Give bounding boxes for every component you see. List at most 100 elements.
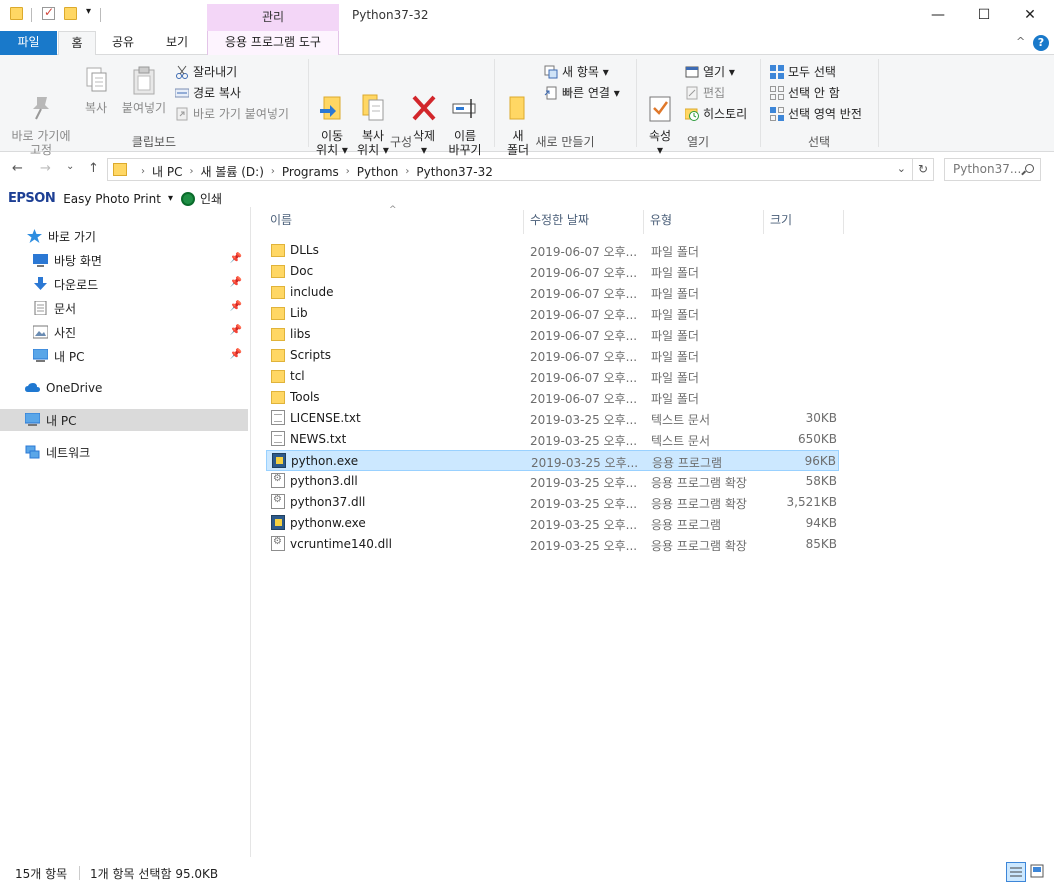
nav-pictures[interactable]: 사진 📌 xyxy=(0,321,248,343)
folder-icon xyxy=(271,370,285,383)
refresh-button[interactable]: ↻ xyxy=(912,158,934,181)
window-title: Python37-32 xyxy=(352,8,429,22)
file-name: python37.dll xyxy=(290,495,366,509)
pin-icon[interactable]: 📌 xyxy=(230,253,242,264)
copy-path-button[interactable]: 경로 복사 xyxy=(174,84,241,101)
file-name: libs xyxy=(290,327,311,341)
up-button[interactable]: ↑ xyxy=(88,161,99,176)
maximize-button[interactable]: ☐ xyxy=(961,0,1007,31)
new-folder-quick-icon[interactable] xyxy=(64,7,77,20)
customize-quick-access-icon[interactable]: ▾ xyxy=(86,6,91,17)
help-icon[interactable]: ? xyxy=(1033,35,1049,51)
select-all-button[interactable]: 모두 선택 xyxy=(770,63,836,80)
breadcrumb-programs[interactable]: Programs xyxy=(282,165,339,179)
folder-icon xyxy=(271,349,285,362)
details-view-icon xyxy=(1010,867,1022,877)
pin-icon[interactable]: 📌 xyxy=(230,301,242,312)
new-folder-icon xyxy=(504,79,532,120)
file-row[interactable]: Tools 2019-06-07 오후... 파일 폴더 xyxy=(266,387,839,408)
pin-icon[interactable]: 📌 xyxy=(230,325,242,336)
close-button[interactable]: ✕ xyxy=(1007,0,1053,31)
column-header-size[interactable]: 크기 xyxy=(764,210,844,234)
nav-this-pc[interactable]: 내 PC xyxy=(0,409,248,431)
forward-button[interactable]: → xyxy=(40,161,51,176)
file-row[interactable]: python37.dll 2019-03-25 오후... 응용 프로그램 확장 3,… xyxy=(266,492,839,513)
copy-button[interactable]: 복사 xyxy=(78,65,114,115)
file-row[interactable]: Doc 2019-06-07 오후... 파일 폴더 xyxy=(266,261,839,282)
file-row[interactable]: NEWS.txt 2019-03-25 오후... 텍스트 문서 650KB xyxy=(266,429,839,450)
paste-shortcut-button[interactable]: 바로 가기 붙여넣기 xyxy=(175,105,289,122)
nav-downloads[interactable]: 다운로드 📌 xyxy=(0,273,248,295)
breadcrumb-this-pc[interactable]: 내 PC xyxy=(152,163,182,180)
pin-icon[interactable]: 📌 xyxy=(230,277,242,288)
dll-gear-icon xyxy=(271,473,285,488)
tab-app-tools[interactable]: 응용 프로그램 도구 xyxy=(207,31,339,55)
copy-path-icon xyxy=(174,86,190,100)
tab-file[interactable]: 파일 xyxy=(0,31,57,55)
file-row[interactable]: pythonw.exe 2019-03-25 오후... 응용 프로그램 94KB xyxy=(266,513,839,534)
tab-home[interactable]: 홈 xyxy=(58,31,96,56)
large-icons-view-button[interactable] xyxy=(1028,862,1048,882)
file-row[interactable]: vcruntime140.dll 2019-03-25 오후... 응용 프로그램 … xyxy=(266,534,839,555)
epson-dropdown-icon[interactable]: ▾ xyxy=(168,193,173,204)
select-none-button[interactable]: 선택 안 함 xyxy=(770,84,840,101)
search-input[interactable]: Python37... xyxy=(944,158,1041,181)
column-header-name[interactable]: 이름 xyxy=(264,210,524,234)
file-row[interactable]: DLLs 2019-06-07 오후... 파일 폴더 xyxy=(266,240,839,261)
file-row[interactable]: python.exe 2019-03-25 오후... 응용 프로그램 96KB xyxy=(266,450,839,471)
history-button[interactable]: 히스토리 xyxy=(684,105,747,122)
recent-locations-button[interactable]: ⌄ xyxy=(66,161,74,172)
nav-desktop[interactable]: 바탕 화면 📌 xyxy=(0,249,248,271)
history-icon xyxy=(684,107,699,121)
file-row[interactable]: tcl 2019-06-07 오후... 파일 폴더 xyxy=(266,366,839,387)
breadcrumb-volume-d[interactable]: 새 볼륨 (D:) xyxy=(200,163,263,180)
breadcrumb-python[interactable]: Python xyxy=(357,165,399,179)
back-button[interactable]: ← xyxy=(12,161,23,176)
pin-icon[interactable]: 📌 xyxy=(230,349,242,360)
nav-onedrive[interactable]: OneDrive xyxy=(0,377,248,399)
file-type: 응용 프로그램 확장 xyxy=(651,497,747,511)
address-bar[interactable]: › 내 PC › 새 볼륨 (D:) › Programs › Python ›… xyxy=(107,158,913,181)
star-icon xyxy=(27,229,42,243)
file-row[interactable]: include 2019-06-07 오후... 파일 폴더 xyxy=(266,282,839,303)
nav-documents[interactable]: 문서 📌 xyxy=(0,297,248,319)
edit-button[interactable]: 편집 xyxy=(685,84,725,101)
file-explorer-window: ▾ 관리 Python37-32 — ☐ ✕ 파일 홈 공유 보기 응용 프로그… xyxy=(0,0,1054,885)
easy-access-button[interactable]: 빠른 연결 ▾ xyxy=(544,84,620,101)
paste-button[interactable]: 붙여넣기 xyxy=(118,65,170,115)
new-item-button[interactable]: 새 항목 ▾ xyxy=(544,63,609,80)
file-date: 2019-03-25 오후... xyxy=(530,476,638,490)
print-button[interactable]: 인쇄 xyxy=(200,190,222,207)
tab-view[interactable]: 보기 xyxy=(153,31,201,55)
file-date: 2019-06-07 오후... xyxy=(530,245,638,259)
collapse-ribbon-icon[interactable]: ^ xyxy=(1016,35,1025,48)
tab-share[interactable]: 공유 xyxy=(101,31,145,55)
file-row[interactable]: Scripts 2019-06-07 오후... 파일 폴더 xyxy=(266,345,839,366)
breadcrumb-python37-32[interactable]: Python37-32 xyxy=(416,165,492,179)
tab-manage[interactable]: 관리 xyxy=(207,4,339,31)
column-header-date[interactable]: 수정한 날짜 xyxy=(524,210,644,234)
details-view-button[interactable] xyxy=(1006,862,1026,882)
open-button[interactable]: 열기 ▾ xyxy=(685,63,735,80)
computer-icon xyxy=(32,348,49,363)
file-date: 2019-06-07 오후... xyxy=(530,371,638,385)
nav-quick-access[interactable]: 바로 가기 xyxy=(0,225,248,247)
file-row[interactable]: Lib 2019-06-07 오후... 파일 폴더 xyxy=(266,303,839,324)
invert-selection-icon xyxy=(770,106,784,121)
column-header-type[interactable]: 유형 xyxy=(644,210,764,234)
easy-photo-print-button[interactable]: Easy Photo Print xyxy=(63,192,161,206)
invert-selection-button[interactable]: 선택 영역 반전 xyxy=(770,105,862,122)
file-row[interactable]: libs 2019-06-07 오후... 파일 폴더 xyxy=(266,324,839,345)
file-date: 2019-06-07 오후... xyxy=(530,329,638,343)
file-date: 2019-06-07 오후... xyxy=(530,266,638,280)
cut-button[interactable]: 잘라내기 xyxy=(175,63,237,80)
nav-network[interactable]: 네트워크 xyxy=(0,441,248,463)
address-dropdown-icon[interactable]: ⌄ xyxy=(897,162,906,175)
breadcrumb: › 내 PC › 새 볼륨 (D:) › Programs › Python ›… xyxy=(141,163,493,180)
ribbon-tabs: 파일 홈 공유 보기 응용 프로그램 도구 xyxy=(0,31,1054,56)
file-row[interactable]: LICENSE.txt 2019-03-25 오후... 텍스트 문서 30KB xyxy=(266,408,839,429)
properties-quick-icon[interactable] xyxy=(42,5,55,20)
file-row[interactable]: python3.dll 2019-03-25 오후... 응용 프로그램 확장 58K… xyxy=(266,471,839,492)
minimize-button[interactable]: — xyxy=(915,0,961,31)
nav-this-pc-pinned[interactable]: 내 PC 📌 xyxy=(0,345,248,367)
